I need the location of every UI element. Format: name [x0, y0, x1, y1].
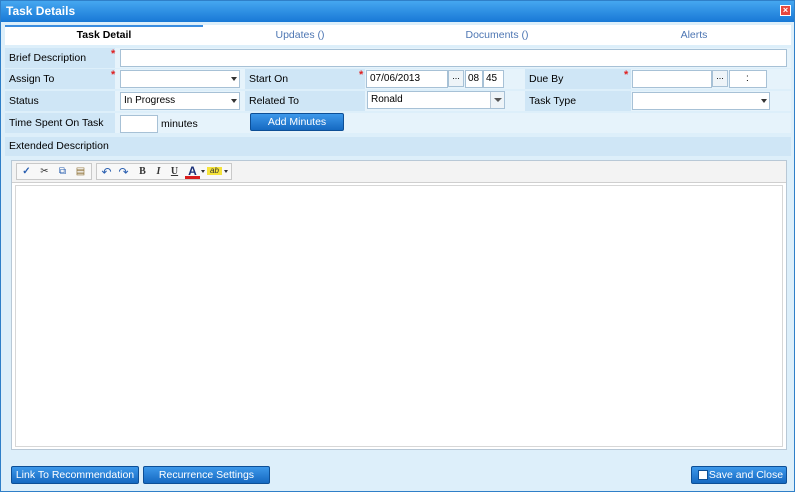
- font-color-icon[interactable]: A: [185, 165, 200, 179]
- chevron-down-icon: [761, 99, 767, 103]
- required-marker: *: [111, 48, 116, 60]
- paste-icon[interactable]: ▤: [73, 165, 88, 179]
- brief-description-input[interactable]: [120, 49, 787, 67]
- tab-task-detail[interactable]: Task Detail: [5, 25, 203, 45]
- extended-description-label: Extended Description: [5, 137, 791, 156]
- italic-icon[interactable]: I: [151, 165, 166, 179]
- minutes-unit-label: minutes: [161, 118, 198, 130]
- tab-alerts[interactable]: Alerts: [597, 25, 791, 45]
- status-label: Status: [5, 91, 115, 111]
- tab-bar: Task Detail Updates () Documents () Aler…: [5, 25, 791, 45]
- start-on-minute-input[interactable]: 45: [483, 70, 504, 88]
- link-to-recommendation-button[interactable]: Link To Recommendation: [11, 466, 139, 484]
- start-on-label: Start On: [245, 69, 365, 89]
- time-spent-input[interactable]: [120, 115, 158, 133]
- time-spent-label: Time Spent On Task: [5, 113, 115, 133]
- assign-to-select[interactable]: [120, 70, 240, 88]
- task-type-label: Task Type: [525, 91, 631, 111]
- brief-description-label: Brief Description: [5, 48, 115, 68]
- assign-to-label: Assign To: [5, 69, 115, 89]
- status-select[interactable]: In Progress: [120, 92, 240, 110]
- editor-content-area[interactable]: [15, 185, 783, 447]
- start-on-date-input[interactable]: 07/06/2013: [366, 70, 448, 88]
- rich-text-editor: ✓ ✂ ⧉ ▤ ↶ ↷ B I U A ab: [11, 160, 787, 450]
- start-on-hour-input[interactable]: 08: [465, 70, 483, 88]
- title-bar: Task Details ×: [1, 1, 794, 22]
- chevron-down-icon[interactable]: [201, 170, 205, 173]
- due-by-date-input[interactable]: [632, 70, 712, 88]
- tab-documents[interactable]: Documents (): [397, 25, 597, 45]
- dropdown-button-icon[interactable]: [490, 92, 504, 108]
- due-by-time-input[interactable]: :: [729, 70, 767, 88]
- tab-updates[interactable]: Updates (): [203, 25, 397, 45]
- editor-toolbar: ✓ ✂ ⧉ ▤ ↶ ↷ B I U A ab: [12, 161, 786, 183]
- recurrence-settings-button[interactable]: Recurrence Settings: [143, 466, 270, 484]
- bold-icon[interactable]: B: [135, 165, 150, 179]
- due-by-date-picker-button[interactable]: ...: [712, 70, 728, 87]
- spellcheck-icon[interactable]: ✓: [19, 165, 34, 179]
- highlight-icon[interactable]: ab: [207, 167, 222, 175]
- close-icon[interactable]: ×: [780, 5, 791, 16]
- start-on-date-picker-button[interactable]: ...: [448, 70, 464, 87]
- cut-icon[interactable]: ✂: [37, 165, 52, 179]
- due-by-label: Due By: [525, 69, 631, 89]
- required-marker: *: [359, 69, 364, 81]
- chevron-down-icon: [231, 99, 237, 103]
- chevron-down-icon: [231, 77, 237, 81]
- required-marker: *: [624, 69, 629, 81]
- related-to-combobox[interactable]: Ronald: [367, 91, 505, 109]
- task-type-select[interactable]: [632, 92, 770, 110]
- window-title: Task Details: [6, 4, 76, 18]
- task-details-window: Task Details × Task Detail Updates () Do…: [0, 0, 795, 492]
- footer-bar: Link To Recommendation Recurrence Settin…: [1, 460, 794, 491]
- redo-icon[interactable]: ↷: [116, 165, 131, 179]
- save-icon: [698, 470, 708, 480]
- toolbar-group-clipboard: ✓ ✂ ⧉ ▤: [16, 163, 92, 180]
- save-and-close-button[interactable]: Save and Close: [691, 466, 787, 484]
- copy-icon[interactable]: ⧉: [55, 165, 70, 179]
- underline-icon[interactable]: U: [167, 165, 182, 179]
- chevron-down-icon[interactable]: [224, 170, 228, 173]
- toolbar-group-format: ↶ ↷ B I U A ab: [96, 163, 232, 180]
- add-minutes-button[interactable]: Add Minutes: [250, 113, 344, 131]
- related-to-label: Related To: [245, 91, 365, 111]
- required-marker: *: [111, 69, 116, 81]
- undo-icon[interactable]: ↶: [99, 165, 114, 179]
- time-separator: :: [746, 73, 749, 84]
